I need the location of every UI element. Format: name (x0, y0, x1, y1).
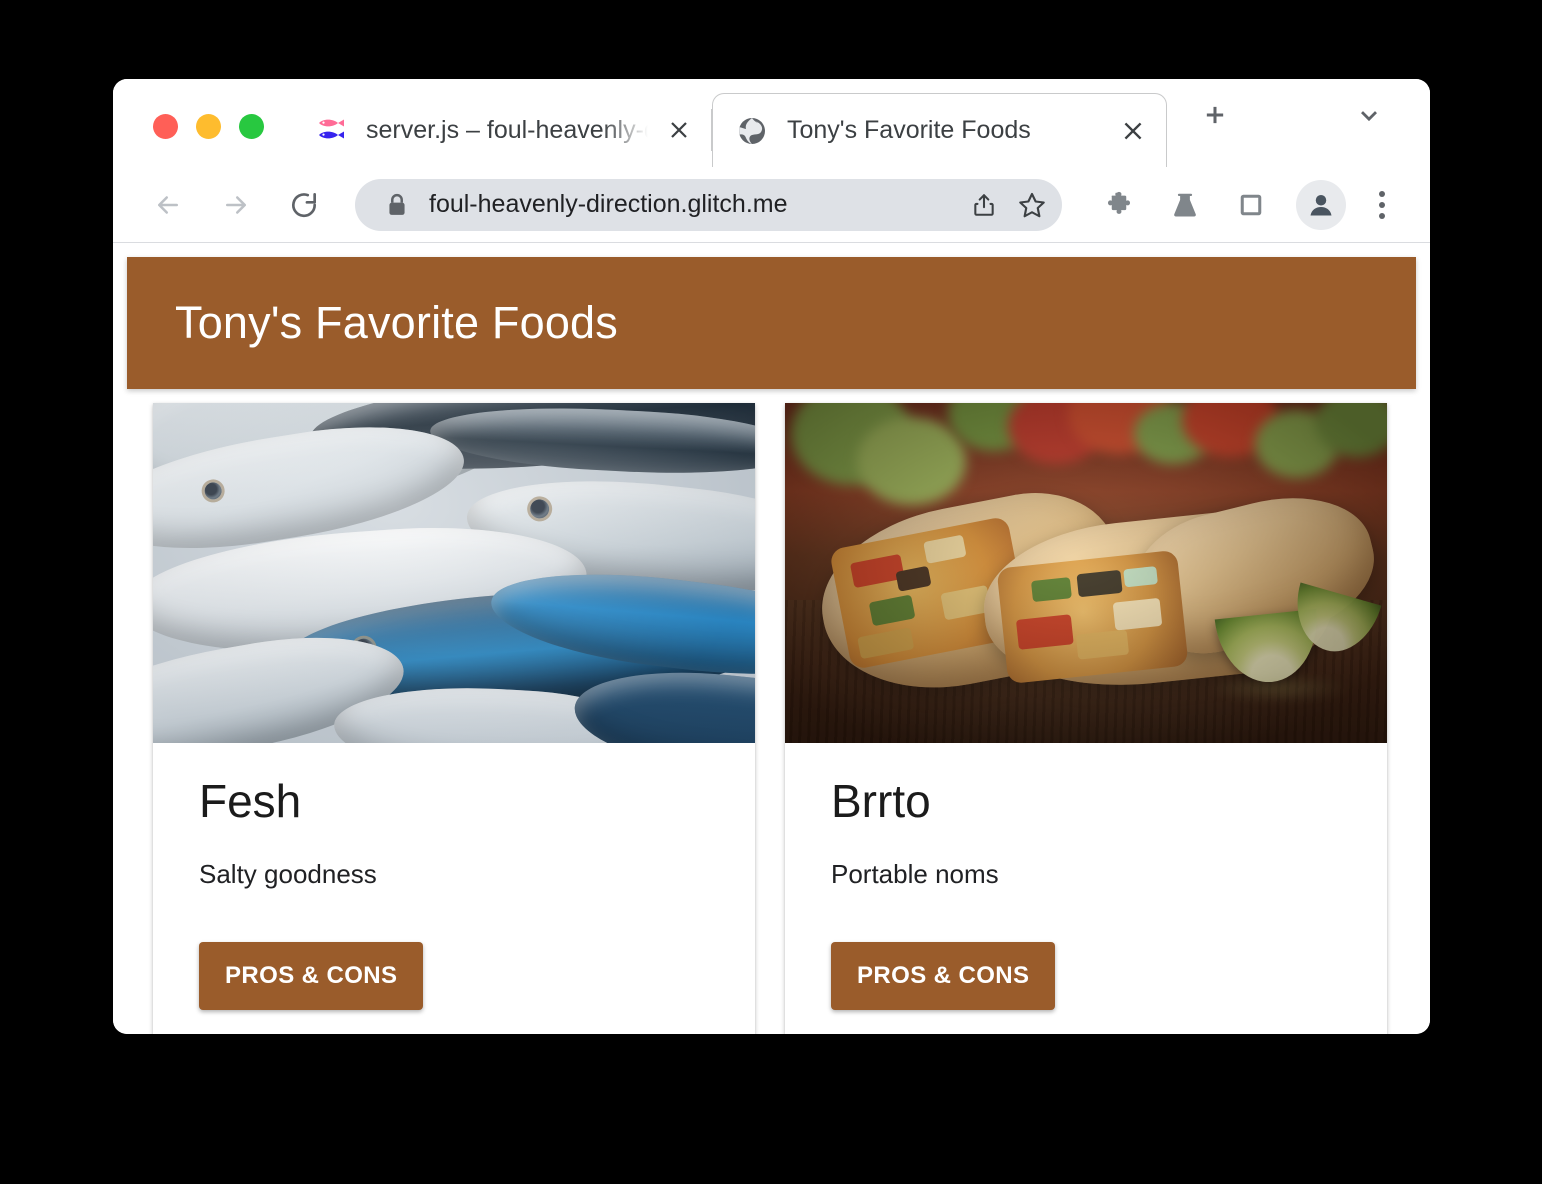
card-title: Brrto (831, 775, 931, 827)
burrito-with-lime-photo (785, 403, 1387, 743)
side-panel-icon[interactable] (1226, 180, 1276, 230)
maximize-window-button[interactable] (239, 114, 264, 139)
close-tab-button[interactable] (662, 113, 696, 147)
back-button[interactable] (143, 180, 193, 230)
close-window-button[interactable] (153, 114, 178, 139)
tab-list: server.js – foul-heavenly-direction (292, 79, 1167, 167)
address-bar[interactable]: foul-heavenly-direction.glitch.me (355, 178, 1062, 231)
food-card-fesh: Fesh Salty goodness PROS & CONS (153, 403, 755, 1034)
card-description: Portable noms (831, 859, 999, 890)
browser-window: server.js – foul-heavenly-direction (113, 79, 1430, 1034)
toolbar-actions (1078, 179, 1404, 230)
close-tab-button[interactable] (1116, 114, 1150, 148)
reload-button[interactable] (279, 180, 329, 230)
window-controls (113, 114, 264, 167)
fresh-mackerel-fish-photo (153, 403, 755, 743)
extensions-icon[interactable] (1094, 180, 1144, 230)
tab-server-js[interactable]: server.js – foul-heavenly-direction (292, 93, 712, 167)
browser-menu-button[interactable] (1360, 180, 1404, 230)
chevron-down-icon[interactable] (1343, 89, 1395, 141)
card-title: Fesh (199, 775, 302, 827)
pros-and-cons-button[interactable]: PROS & CONS (199, 942, 424, 1011)
tab-tonys-favorite-foods[interactable]: Tony's Favorite Foods (712, 93, 1167, 167)
tab-title: Tony's Favorite Foods (787, 116, 1031, 144)
lock-icon (385, 192, 409, 218)
star-icon[interactable] (1008, 181, 1056, 229)
tab-title: server.js – foul-heavenly-direction (366, 115, 648, 144)
globe-icon (735, 114, 769, 148)
card-body: Brrto Portable noms PROS & CONS (785, 743, 1387, 1034)
tab-actions (1167, 79, 1395, 167)
card-body: Fesh Salty goodness PROS & CONS (153, 743, 755, 1034)
glitch-fish-icon (314, 113, 348, 147)
url-text[interactable]: foul-heavenly-direction.glitch.me (429, 190, 960, 219)
new-tab-button[interactable] (1189, 89, 1241, 141)
forward-button[interactable] (211, 180, 261, 230)
page-content: Tony's Favorite Foods Fesh Salty goodnes… (113, 243, 1430, 1034)
avatar[interactable] (1296, 179, 1346, 230)
site-header: Tony's Favorite Foods (127, 257, 1416, 389)
tab-strip: server.js – foul-heavenly-direction (113, 79, 1430, 167)
food-card-brrto: Brrto Portable noms PROS & CONS (785, 403, 1387, 1034)
food-card-grid: Fesh Salty goodness PROS & CONS Brrto Po… (127, 389, 1416, 1034)
pros-and-cons-button[interactable]: PROS & CONS (831, 942, 1056, 1011)
browser-toolbar: foul-heavenly-direction.glitch.me (113, 167, 1430, 243)
share-icon[interactable] (960, 181, 1008, 229)
page-title: Tony's Favorite Foods (175, 297, 618, 348)
beaker-icon[interactable] (1160, 180, 1210, 230)
minimize-window-button[interactable] (196, 114, 221, 139)
card-description: Salty goodness (199, 859, 377, 890)
